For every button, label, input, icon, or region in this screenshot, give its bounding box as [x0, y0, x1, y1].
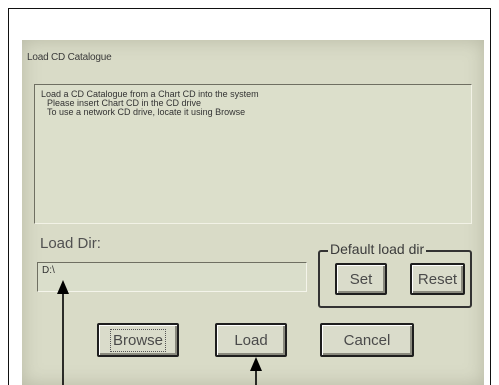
default-load-dir-legend: Default load dir [328, 241, 427, 257]
cancel-button[interactable]: Cancel [320, 323, 414, 357]
browse-button-label: Browse [109, 328, 167, 352]
cancel-button-label: Cancel [343, 331, 391, 349]
reset-button-label: Reset [417, 270, 458, 288]
set-button[interactable]: Set [335, 263, 387, 295]
message-line: To use a network CD drive, locate it usi… [47, 107, 246, 117]
load-cd-catalogue-dialog: Load CD Catalogue Load a CD Catalogue fr… [22, 40, 484, 385]
message-box: Load a CD Catalogue from a Chart CD into… [34, 84, 472, 224]
browse-button[interactable]: Browse [97, 323, 179, 357]
reset-button[interactable]: Reset [410, 263, 465, 295]
default-load-dir-group: Default load dir Set Reset [318, 241, 472, 308]
load-button-label: Load [234, 331, 268, 349]
load-dir-input[interactable]: D:\ [37, 262, 307, 292]
set-button-label: Set [349, 270, 373, 288]
load-dir-label: Load Dir: [40, 235, 101, 252]
load-button[interactable]: Load [215, 323, 287, 357]
dialog-title: Load CD Catalogue [27, 52, 112, 63]
